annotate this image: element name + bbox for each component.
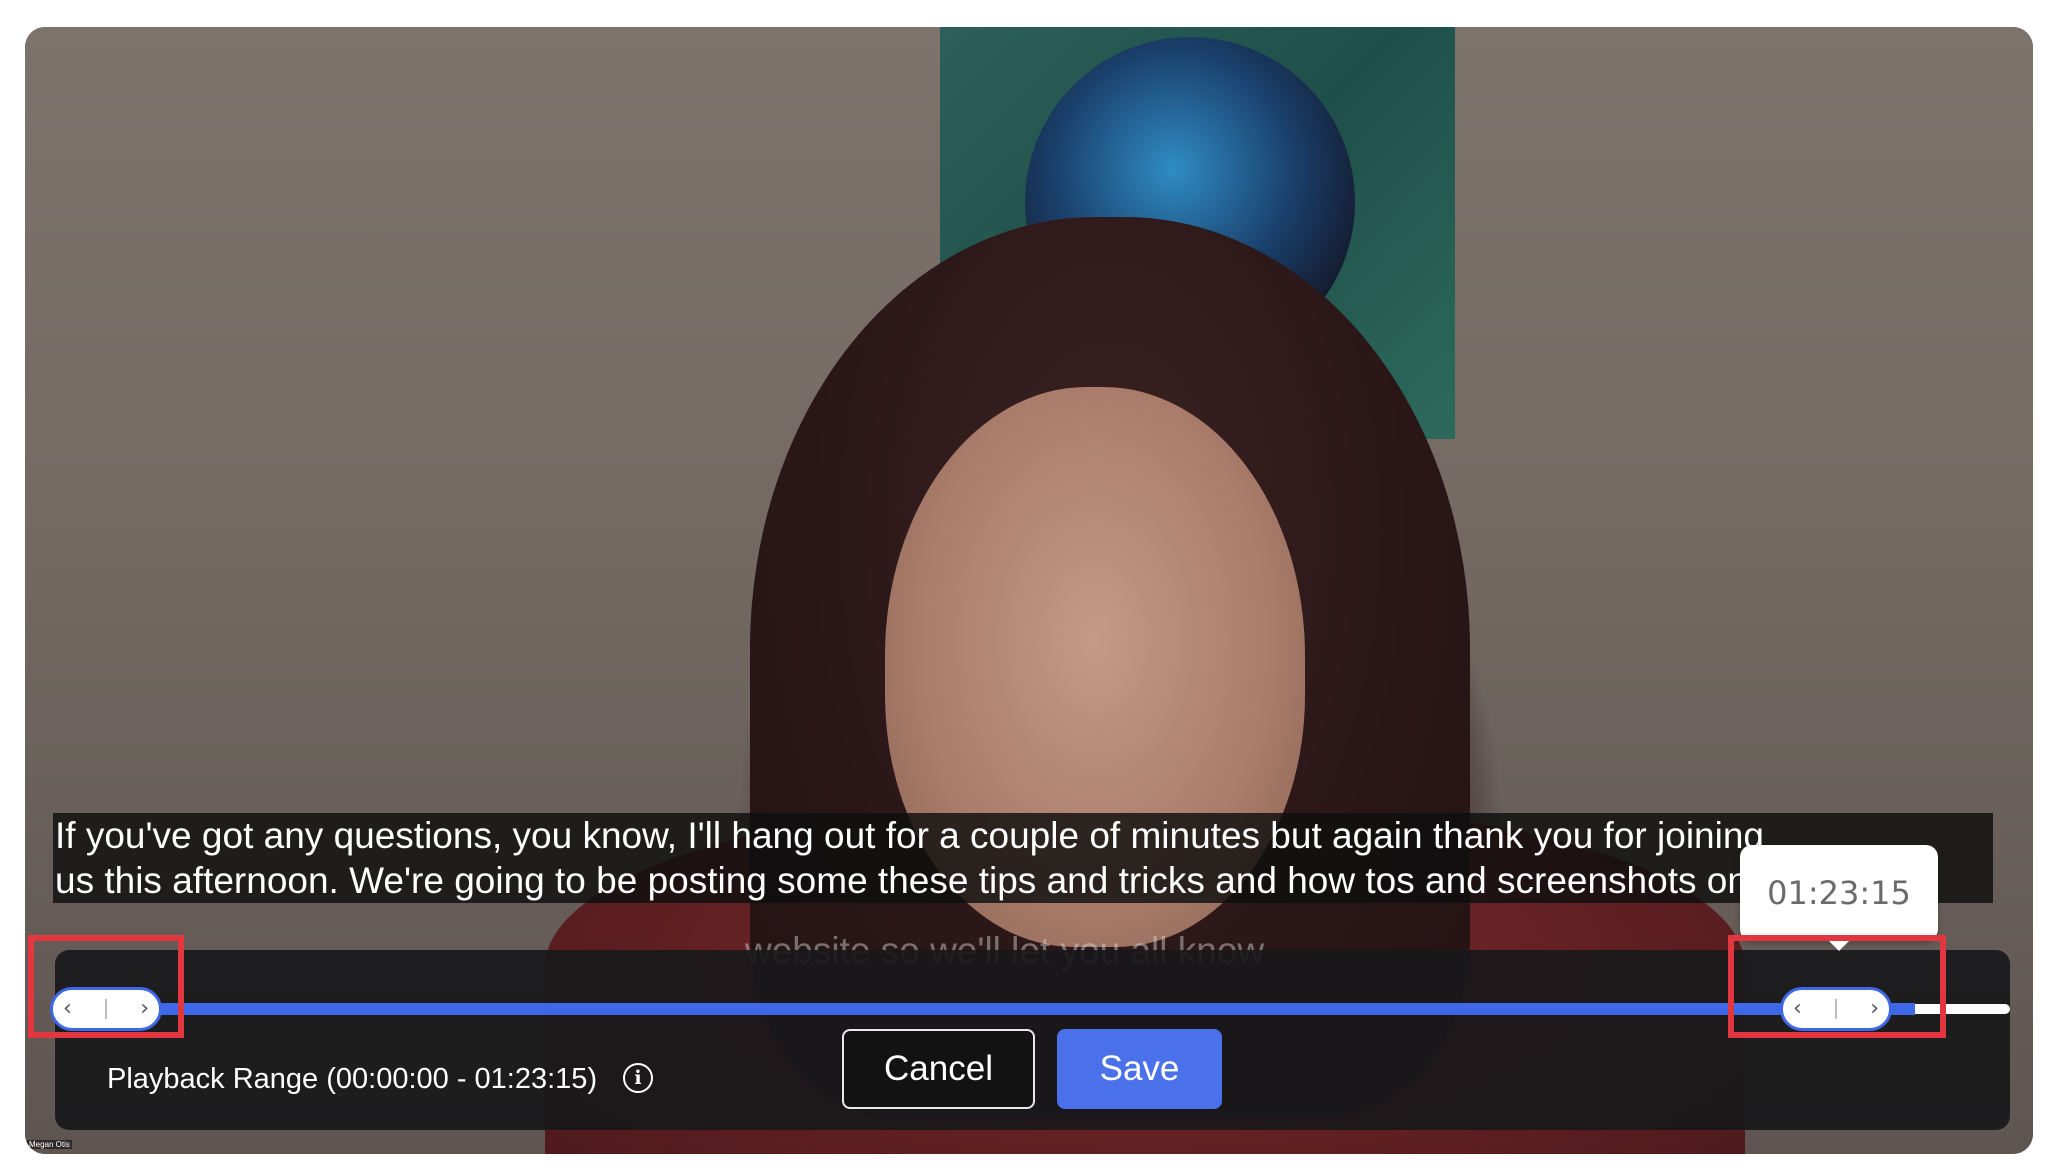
timeline-selected-range[interactable] [145,1003,1915,1015]
closed-captions: If you've got any questions, you know, I… [53,813,1993,903]
playback-range-panel: ‹ › ‹ › Playback Range (00:00:00 - 01:23… [50,950,2010,1130]
end-time-tooltip: 01:23:15 [1740,845,1938,951]
participant-name-tag: Megan Otis [27,1140,72,1149]
cancel-button[interactable]: Cancel [842,1029,1035,1109]
end-handle-highlight [1728,935,1946,1038]
start-handle-highlight [28,935,184,1038]
playback-range-label: Playback Range (00:00:00 - 01:23:15) [107,1063,598,1095]
caption-line-2: us this afternoon. We're going to be pos… [53,858,1993,903]
save-button[interactable]: Save [1057,1029,1222,1109]
info-icon[interactable]: i [623,1063,653,1093]
caption-line-1: If you've got any questions, you know, I… [53,813,1993,858]
